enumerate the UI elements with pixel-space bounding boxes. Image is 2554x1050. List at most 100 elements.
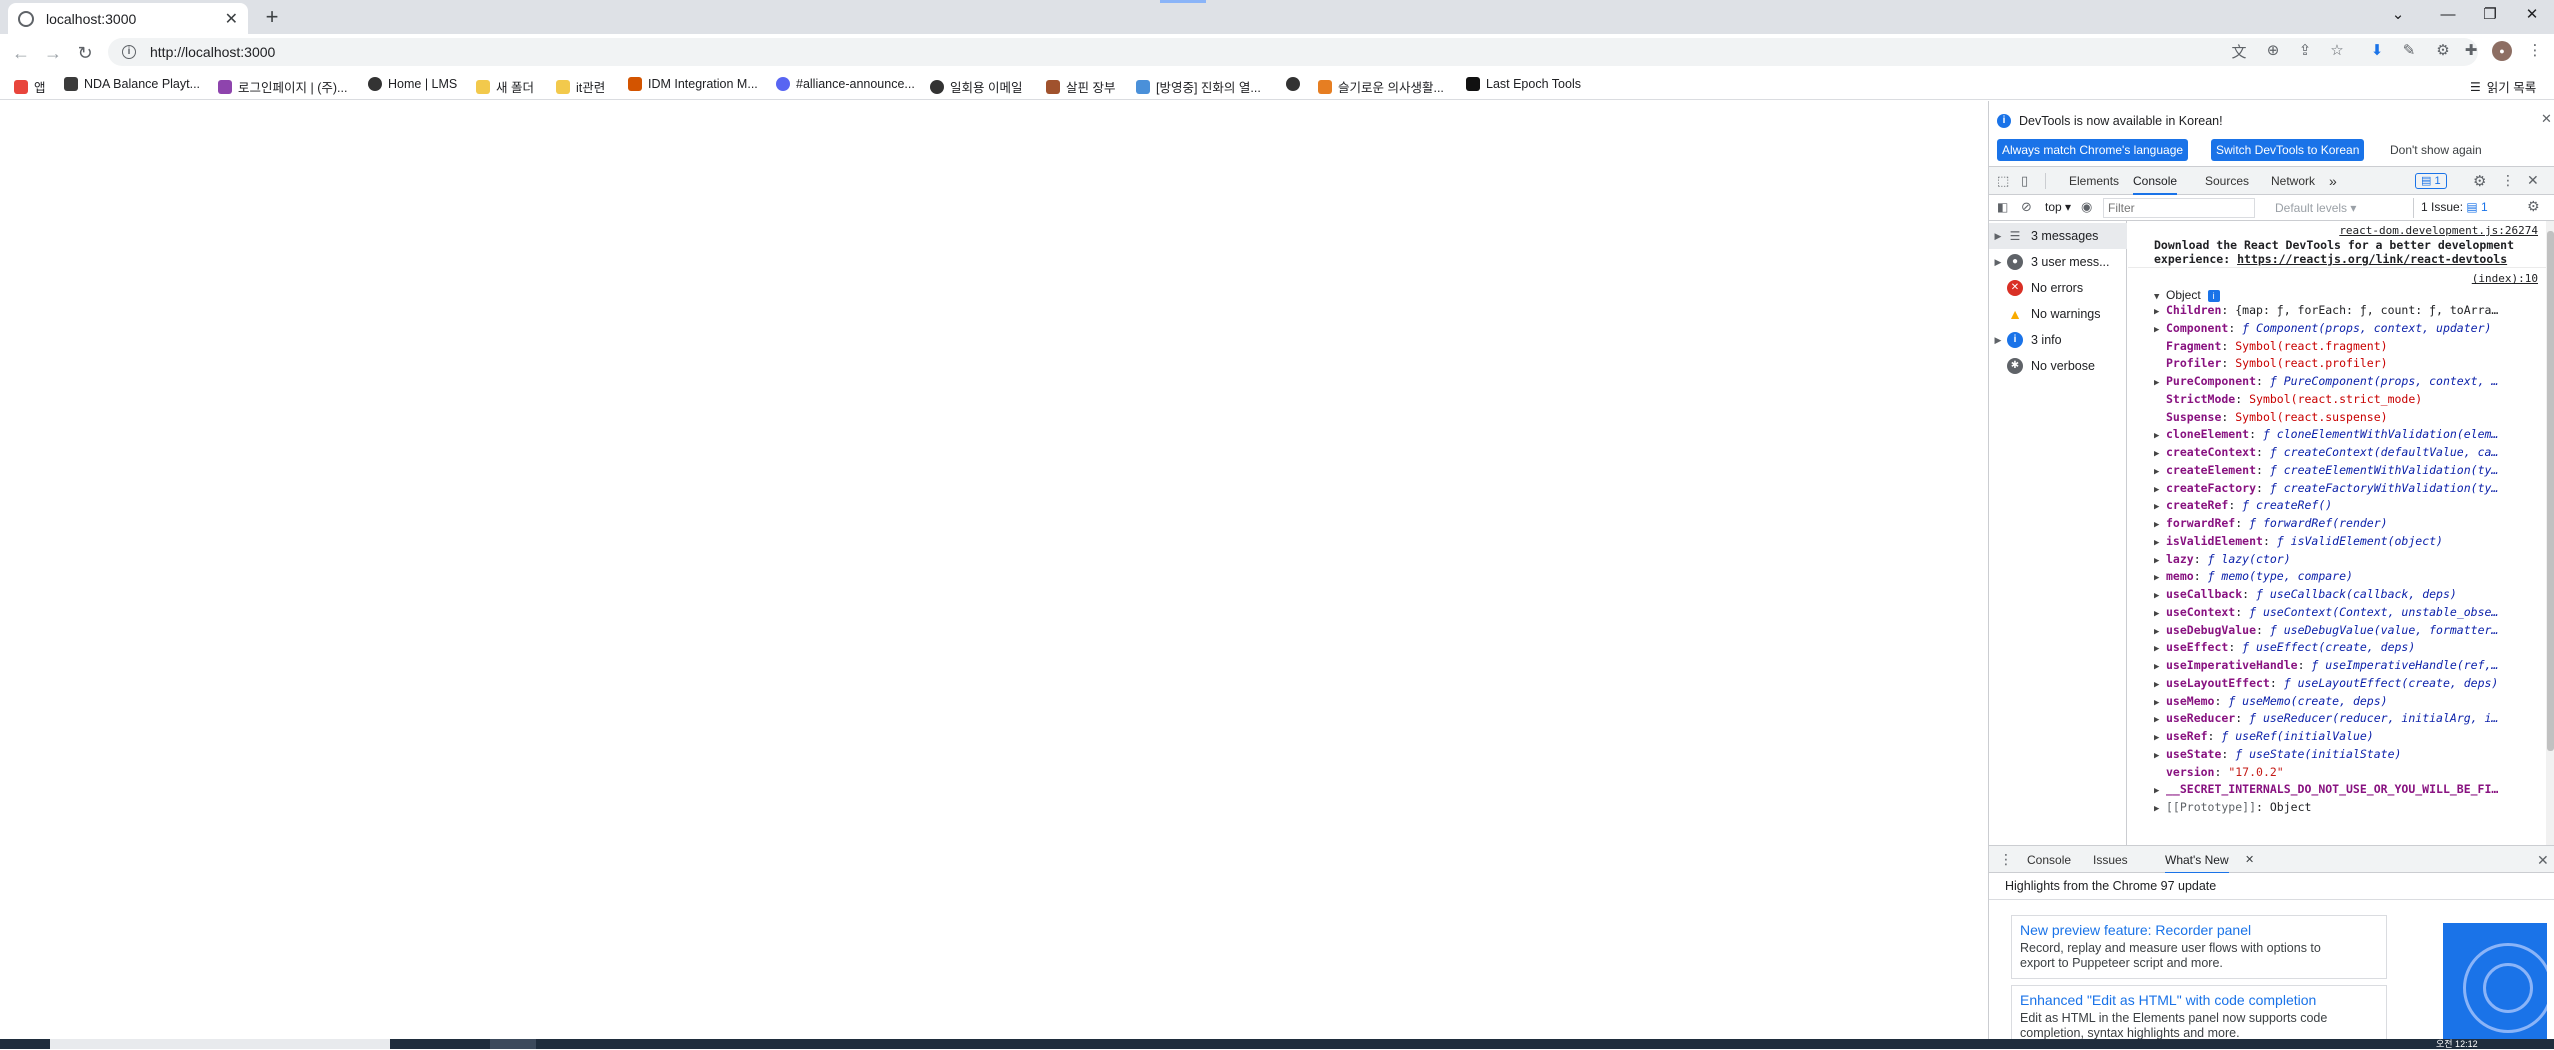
- taskbar-window-preview[interactable]: [50, 1039, 390, 1049]
- clear-console-icon[interactable]: ⊘: [2021, 199, 2032, 215]
- bookmark-item[interactable]: 살핀 장부: [1046, 77, 1115, 96]
- sidebar-toggle-icon[interactable]: ◧: [1997, 200, 2008, 214]
- browser-tab[interactable]: localhost:3000 ✕: [8, 3, 248, 34]
- zoom-icon[interactable]: ⊕: [2262, 41, 2284, 59]
- object-property-row[interactable]: ▶ useEffect: ƒ useEffect(create, deps): [2154, 640, 2546, 654]
- sidebar-item-messages[interactable]: ▶ ☰ 3 messages: [1989, 223, 2127, 249]
- drawer-tab-console[interactable]: Console: [2027, 846, 2071, 874]
- back-button[interactable]: ←: [8, 40, 34, 66]
- bookmark-item[interactable]: NDA Balance Playt...: [64, 77, 200, 91]
- taskbar-clock[interactable]: 오전 12:12: [2436, 1037, 2478, 1050]
- issues-link[interactable]: 1 Issue: ▤ 1: [2421, 200, 2488, 214]
- whats-new-card[interactable]: Enhanced "Edit as HTML" with code comple…: [2011, 985, 2387, 1045]
- card-title[interactable]: New preview feature: Recorder panel: [2012, 916, 2386, 938]
- share-icon[interactable]: ⇪: [2294, 41, 2316, 59]
- bookmark-item[interactable]: IDM Integration M...: [628, 77, 758, 91]
- settings-gear-icon[interactable]: ⚙: [2473, 172, 2486, 190]
- drawer-tab-whats-new[interactable]: What's New: [2165, 846, 2229, 874]
- address-bar[interactable]: i http://localhost:3000: [108, 38, 2478, 66]
- object-property-row[interactable]: ▶ useRef: ƒ useRef(initialValue): [2154, 729, 2546, 743]
- object-property-row[interactable]: ▶ createElement: ƒ createElementWithValid…: [2154, 463, 2546, 477]
- console-settings-gear-icon[interactable]: ⚙: [2527, 198, 2540, 215]
- forward-button[interactable]: →: [40, 40, 66, 66]
- tab-sources[interactable]: Sources: [2205, 167, 2249, 195]
- download-icon[interactable]: ⬇: [2366, 41, 2388, 59]
- bookmark-item[interactable]: 로그인페이지 | (주)...: [218, 77, 347, 96]
- tab-elements[interactable]: Elements: [2069, 167, 2119, 195]
- dont-show-again-button[interactable]: Don't show again: [2385, 139, 2487, 161]
- object-property-row[interactable]: ▶ PureComponent: ƒ PureComponent(props, c…: [2154, 374, 2546, 388]
- sidebar-item-errors[interactable]: ✕ No errors: [1989, 275, 2127, 301]
- more-options-icon[interactable]: ⋮: [2501, 172, 2515, 189]
- object-property-row[interactable]: ▶ isValidElement: ƒ isValidElement(object…: [2154, 534, 2546, 548]
- bookmark-apps[interactable]: 앱: [14, 77, 46, 96]
- context-selector[interactable]: top ▾: [2045, 200, 2071, 214]
- taskbar-app-button[interactable]: [490, 1039, 536, 1049]
- menu-kebab-icon[interactable]: ⋮: [2524, 41, 2546, 59]
- tab-network[interactable]: Network: [2271, 167, 2315, 195]
- object-property-row[interactable]: ▶ useContext: ƒ useContext(Context, unsta…: [2154, 605, 2546, 619]
- object-property-row[interactable]: ▶ [[Prototype]]: Object: [2154, 800, 2546, 814]
- window-close-button[interactable]: ✕: [2504, 0, 2554, 30]
- tab-close-button[interactable]: ✕: [225, 9, 238, 29]
- object-property-row[interactable]: ▶ useLayoutEffect: ƒ useLayoutEffect(crea…: [2154, 676, 2546, 690]
- drawer-tab-issues[interactable]: Issues: [2093, 846, 2128, 874]
- object-property-row[interactable]: ▶ useState: ƒ useState(initialState): [2154, 747, 2546, 761]
- whats-new-card[interactable]: New preview feature: Recorder panel Reco…: [2011, 915, 2387, 979]
- object-property-row[interactable]: ▶ memo: ƒ memo(type, compare): [2154, 569, 2546, 583]
- edit-icon[interactable]: ✎: [2398, 41, 2420, 59]
- bookmark-star-icon[interactable]: ☆: [2326, 41, 2348, 59]
- tab-console[interactable]: Console: [2133, 167, 2178, 195]
- bookmark-item[interactable]: [방영중] 진화의 열...: [1136, 77, 1261, 96]
- always-match-language-button[interactable]: Always match Chrome's language: [1997, 139, 2189, 161]
- object-property-row[interactable]: ▶ forwardRef: ƒ forwardRef(render): [2154, 516, 2546, 530]
- card-title[interactable]: Enhanced "Edit as HTML" with code comple…: [2012, 986, 2386, 1008]
- bookmark-item[interactable]: Home | LMS: [368, 77, 457, 91]
- new-tab-button[interactable]: +: [258, 4, 286, 30]
- object-root[interactable]: ▼ Object i: [2154, 288, 2546, 302]
- object-property-row[interactable]: ▶ useMemo: ƒ useMemo(create, deps): [2154, 694, 2546, 708]
- bookmark-folder[interactable]: it관련: [556, 77, 605, 96]
- profile-avatar[interactable]: ●: [2492, 41, 2512, 61]
- bookmark-folder[interactable]: 새 폴더: [476, 77, 534, 96]
- object-property-row[interactable]: ▶ createFactory: ƒ createFactoryWithValid…: [2154, 481, 2546, 495]
- switch-to-korean-button[interactable]: Switch DevTools to Korean: [2211, 139, 2365, 161]
- infobar-close-icon[interactable]: ✕: [2541, 111, 2552, 127]
- object-property-row[interactable]: ▶ useImperativeHandle: ƒ useImperativeHan…: [2154, 658, 2546, 672]
- reload-button[interactable]: ↻: [72, 40, 98, 66]
- bookmark-item[interactable]: Last Epoch Tools: [1466, 77, 1581, 91]
- object-property-row[interactable]: ▶ useCallback: ƒ useCallback(callback, de…: [2154, 587, 2546, 601]
- object-property-row[interactable]: ▶ useReducer: ƒ useReducer(reducer, initi…: [2154, 711, 2546, 725]
- drawer-tab-close-icon[interactable]: ✕: [2245, 853, 2254, 866]
- inspect-element-icon[interactable]: ⬚: [1997, 173, 2009, 189]
- reading-list[interactable]: ☰ 읽기 목록: [2470, 77, 2536, 96]
- object-property-row[interactable]: ▶ __SECRET_INTERNALS_DO_NOT_USE_OR_YOU_WI…: [2154, 782, 2546, 796]
- extensions-puzzle-icon[interactable]: ✚: [2460, 41, 2482, 59]
- translate-icon[interactable]: 文: [2228, 41, 2250, 62]
- extension-icon[interactable]: ⚙: [2432, 41, 2454, 59]
- drawer-menu-icon[interactable]: ⋮: [1999, 851, 2013, 868]
- object-property-row[interactable]: ▶ Component: ƒ Component(props, context, …: [2154, 321, 2546, 335]
- object-property-row[interactable]: ▶ cloneElement: ƒ cloneElementWithValidat…: [2154, 427, 2546, 441]
- console-filter-input[interactable]: [2103, 198, 2255, 218]
- sidebar-item-user-messages[interactable]: ▶ ● 3 user mess...: [1989, 249, 2127, 275]
- issues-counter-badge[interactable]: ▤ 1: [2415, 173, 2447, 189]
- site-info-icon[interactable]: i: [122, 45, 136, 59]
- object-property-row[interactable]: ▶ createContext: ƒ createContext(defaultV…: [2154, 445, 2546, 459]
- more-tabs-button[interactable]: »: [2329, 167, 2337, 195]
- console-scrollbar[interactable]: [2546, 221, 2554, 845]
- bookmark-item[interactable]: [1286, 77, 1306, 91]
- bookmark-item[interactable]: 일회용 이메일: [930, 77, 1022, 96]
- tab-search-button[interactable]: ⌄: [2370, 0, 2426, 30]
- object-property-row[interactable]: ▶ createRef: ƒ createRef(): [2154, 498, 2546, 512]
- close-devtools-icon[interactable]: ✕: [2527, 172, 2539, 189]
- bookmark-item[interactable]: 슬기로운 의사생활...: [1318, 77, 1444, 96]
- sidebar-item-verbose[interactable]: ✱ No verbose: [1989, 353, 2127, 379]
- live-expression-eye-icon[interactable]: ◉: [2081, 199, 2092, 215]
- scrollbar-thumb[interactable]: [2547, 231, 2554, 751]
- log-source-link[interactable]: react-dom.development.js:26274: [2128, 224, 2538, 237]
- close-drawer-icon[interactable]: ✕: [2537, 852, 2549, 869]
- log-source-link[interactable]: (index):10: [2128, 272, 2538, 285]
- react-devtools-link[interactable]: https://reactjs.org/link/react-devtools: [2237, 252, 2507, 266]
- device-toggle-icon[interactable]: ▯: [2021, 173, 2028, 189]
